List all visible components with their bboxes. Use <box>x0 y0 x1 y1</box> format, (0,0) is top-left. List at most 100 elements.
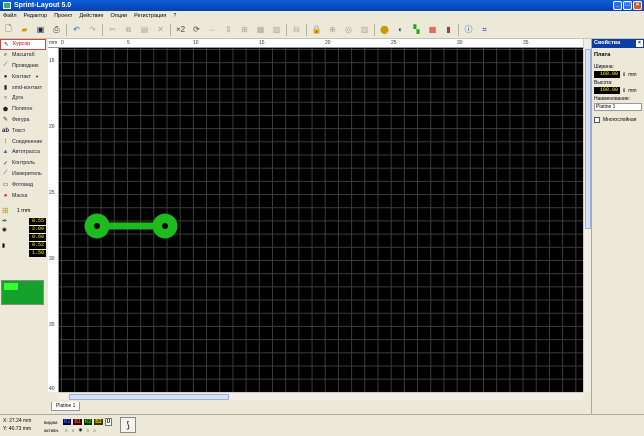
tool-pad[interactable]: ● Контакт ▼ <box>0 71 46 82</box>
redo-icon[interactable]: ↷ <box>86 23 99 36</box>
tool-polygon[interactable]: ⬟ Полигон <box>0 104 46 115</box>
menu-edit[interactable]: Редактор <box>24 13 48 19</box>
layer-b1[interactable]: B1 <box>73 419 82 425</box>
track-width-field[interactable]: 0.55 <box>29 217 46 225</box>
pad-hole <box>94 223 100 229</box>
pad-outer-field[interactable]: 2.00 <box>29 226 46 234</box>
lock-icon[interactable]: 🔒 <box>310 23 323 36</box>
radio-b2[interactable]: ○ <box>86 428 89 433</box>
smd-height-field[interactable]: 1.50 <box>29 250 46 258</box>
cut-icon[interactable]: ✂ <box>106 23 119 36</box>
spin-icon[interactable]: ⇕ <box>622 88 626 94</box>
menu-registration[interactable]: Регистрация <box>134 13 166 19</box>
smd-width-field[interactable]: 0.52 <box>29 242 46 250</box>
layer-selector: видим. K1 B1 K2 B2 U активн. ○ ○ ◉ ○ ○ <box>44 418 113 433</box>
pad-icon: ● <box>3 73 8 80</box>
new-file-icon[interactable]: 🗋 <box>2 23 15 36</box>
layer-icon[interactable]: ⊟ <box>290 23 303 36</box>
tool-measure[interactable]: ⟋ Измеритель <box>0 169 46 180</box>
ruler-tick: 0 <box>61 40 64 46</box>
mirror-v-icon[interactable]: ⇕ <box>222 23 235 36</box>
delete-icon[interactable]: ✕ <box>154 23 167 36</box>
ruler-tick: 5 <box>127 40 130 46</box>
crop-icon[interactable]: ⌗ <box>478 23 491 36</box>
duplicate-icon[interactable]: ×2 <box>174 23 187 36</box>
close-icon[interactable]: × <box>636 40 643 47</box>
vertical-scrollbar[interactable] <box>583 39 591 392</box>
group-icon[interactable]: ▦ <box>254 23 267 36</box>
ruler-tick: 15 <box>259 40 265 46</box>
undo-icon[interactable]: ↶ <box>70 23 83 36</box>
ruler-tick: 20 <box>325 40 331 46</box>
layer-u[interactable]: U <box>104 418 113 426</box>
pcb-canvas[interactable] <box>59 48 583 392</box>
ungroup-icon[interactable]: ▧ <box>270 23 283 36</box>
hide-icon[interactable]: ◎ <box>342 23 355 36</box>
layer-b2[interactable]: B2 <box>94 419 103 425</box>
radio-k1[interactable]: ○ <box>65 428 68 433</box>
transparency-icon[interactable]: ◐ <box>394 23 407 36</box>
menu-options[interactable]: Опции <box>111 13 128 19</box>
close-button[interactable]: × <box>633 1 642 10</box>
menu-help[interactable]: ? <box>173 13 176 19</box>
menu-action[interactable]: Действие <box>79 13 103 19</box>
preview-viewport <box>4 283 18 290</box>
show-icon[interactable]: ▥ <box>358 23 371 36</box>
print-icon[interactable]: ⎙ <box>50 23 63 36</box>
rotate-icon[interactable]: ⟳ <box>190 23 203 36</box>
tool-autoroute[interactable]: ▲ Автотрасса <box>0 147 46 158</box>
tool-text[interactable]: ab Текст <box>0 125 46 136</box>
board-width-field[interactable]: 160.00 <box>594 71 620 78</box>
tool-smd-pad[interactable]: ▮ smd-контакт <box>0 82 46 93</box>
menu-project[interactable]: Проект <box>54 13 72 19</box>
tab-platine-1[interactable]: Platine 1 <box>51 402 81 411</box>
tool-shape[interactable]: ✎ Фигура <box>0 115 46 126</box>
tool-check[interactable]: ✓ Контроль <box>0 158 46 169</box>
open-folder-icon[interactable]: ▰ <box>18 23 31 36</box>
radio-k2[interactable]: ◉ <box>78 427 82 433</box>
minimize-button[interactable]: _ <box>613 1 622 10</box>
connect-icon[interactable]: ⟆ <box>120 417 136 433</box>
name-label: Наименование: <box>594 96 631 102</box>
board-name-field[interactable]: Platine 1 <box>594 103 642 111</box>
maximize-button[interactable]: □ <box>623 1 632 10</box>
component-icon[interactable]: ▦ <box>426 23 439 36</box>
radio-b1[interactable]: ○ <box>72 428 75 433</box>
height-label: Высота: <box>594 80 613 86</box>
ruler-tick: 25 <box>49 190 55 196</box>
drc-icon[interactable]: ▚ <box>410 23 423 36</box>
board-height-field[interactable]: 100.00 <box>594 87 620 94</box>
tool-photo-view[interactable]: ▭ Фотовид <box>0 179 46 190</box>
multilayer-checkbox[interactable]: Многослойная <box>592 111 644 129</box>
align-icon[interactable]: ⊞ <box>238 23 251 36</box>
tool-mask[interactable]: ● Маска <box>0 190 46 201</box>
unlock-icon[interactable]: ⊕ <box>326 23 339 36</box>
tool-connection[interactable]: ⁝ Соединение <box>0 136 46 147</box>
horizontal-scrollbar[interactable] <box>59 392 583 400</box>
layer-k1[interactable]: K1 <box>63 419 72 425</box>
text-icon: ab <box>2 127 10 134</box>
zoom-all-icon[interactable]: ⬤ <box>378 23 391 36</box>
paste-icon[interactable]: ▤ <box>138 23 151 36</box>
copy-icon[interactable]: ⧉ <box>122 23 135 36</box>
smd-pad-icon: ▮ <box>3 85 8 92</box>
grid-setting[interactable]: ⊞ 1 mm <box>0 205 46 217</box>
board-preview[interactable] <box>1 280 44 305</box>
tool-arc[interactable]: ○ Дуга <box>0 93 46 104</box>
ruler-left: 15 20 25 30 35 40 <box>48 48 59 392</box>
checkbox-box[interactable] <box>594 117 600 123</box>
pad-inner-field[interactable]: 0.60 <box>29 234 46 242</box>
layer-k2[interactable]: K2 <box>83 419 93 425</box>
radio-u[interactable]: ○ <box>93 428 96 433</box>
spin-icon[interactable]: ⇕ <box>622 72 626 78</box>
menu-file[interactable]: Файл <box>3 13 17 19</box>
ruler-tick: 30 <box>49 256 55 262</box>
tool-track[interactable]: ⟋ Проводник <box>0 61 46 72</box>
ic-icon[interactable]: ▮ <box>442 23 455 36</box>
tool-cursor[interactable]: ↖ Курсор <box>0 39 46 50</box>
pad-hole <box>162 223 168 229</box>
tool-zoom[interactable]: ⌕ Масштаб <box>0 50 46 61</box>
info-icon[interactable]: ⓘ <box>462 23 475 36</box>
save-icon[interactable]: ▣ <box>34 23 47 36</box>
mirror-h-icon[interactable]: ⇔ <box>206 23 219 36</box>
